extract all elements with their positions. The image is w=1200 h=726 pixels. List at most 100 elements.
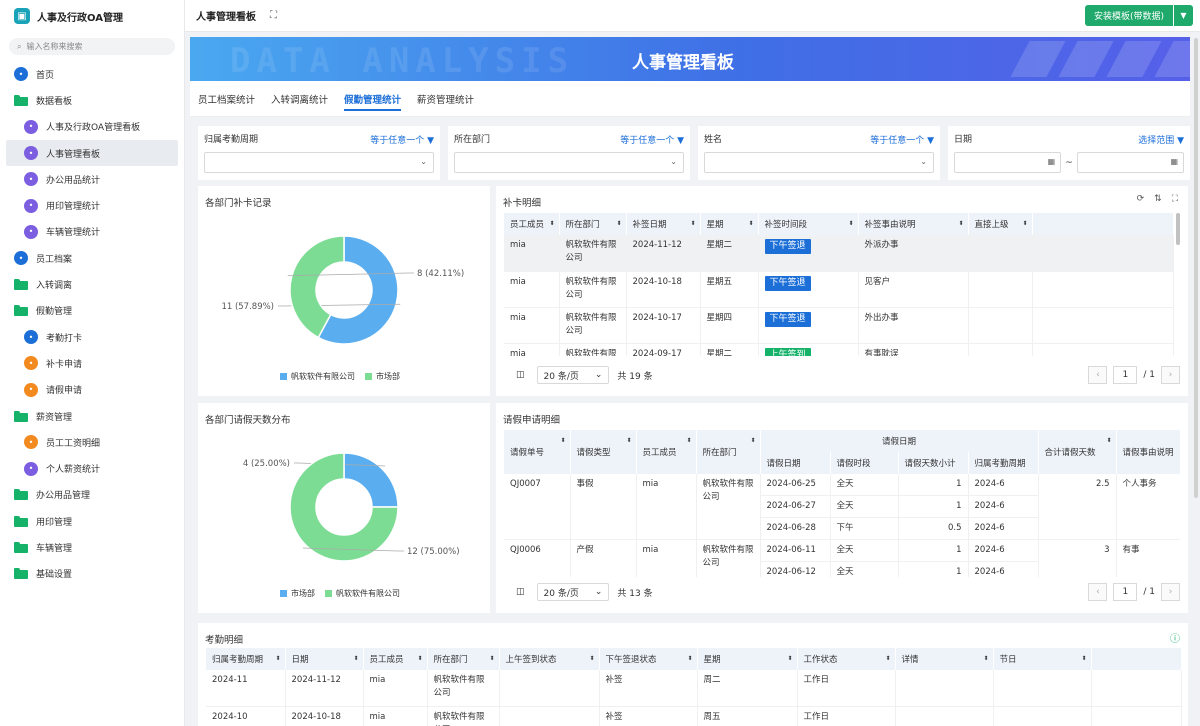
install-template-label[interactable]: 安装模板(带数据) bbox=[1084, 5, 1173, 26]
sidebar-item-17[interactable]: 用印管理 bbox=[0, 508, 184, 534]
sidebar-item-12[interactable]: • 请假申请 bbox=[0, 377, 184, 403]
sort-icon[interactable]: ⬍ bbox=[687, 655, 692, 662]
sort-icon[interactable]: ⬍ bbox=[353, 655, 358, 662]
column-header[interactable]: 员工成员 ⬍ bbox=[636, 430, 697, 474]
sidebar-item-9[interactable]: 假勤管理 bbox=[0, 298, 184, 324]
column-header[interactable]: 节日 ⬍ bbox=[993, 648, 1092, 670]
column-header[interactable]: 直接上级 ⬍ bbox=[968, 213, 1033, 235]
page-tab-title[interactable]: 人事管理看板 bbox=[196, 8, 256, 23]
sidebar-item-5[interactable]: • 用印管理统计 bbox=[0, 192, 184, 218]
sidebar-item-14[interactable]: • 员工工资明细 bbox=[0, 429, 184, 455]
chevron-down-icon[interactable]: ▼ bbox=[1173, 5, 1193, 26]
legend-item[interactable]: 市场部 bbox=[365, 371, 400, 382]
legend-item[interactable]: 市场部 bbox=[280, 588, 315, 599]
sort-icon[interactable]: ⬍ bbox=[1106, 437, 1111, 444]
column-header[interactable]: 所在部门 ⬍ bbox=[696, 430, 761, 474]
column-header[interactable]: 日期 ⬍ bbox=[285, 648, 364, 670]
table-row[interactable]: mia 帆软软件有限公司 2024-10-18 星期五 下午签退 见客户 bbox=[504, 271, 1174, 308]
fullscreen-icon[interactable]: ⛶ bbox=[270, 10, 277, 21]
search-input[interactable]: ⌕ 输入名称来搜索 bbox=[9, 38, 175, 55]
column-header[interactable]: 下午签退状态 ⬍ bbox=[599, 648, 698, 670]
sort-icon[interactable]: ⬍ bbox=[1081, 655, 1086, 662]
legend-item[interactable]: 帆软软件有限公司 bbox=[325, 588, 400, 599]
page-size-select[interactable]: 20 条/页 ⌄ bbox=[536, 366, 610, 384]
sort-icon[interactable]: ⬍ bbox=[616, 220, 621, 227]
donut-slice[interactable] bbox=[343, 452, 399, 508]
table-row[interactable]: QJ0007 事假 mia 帆软软件有限公司 2024-06-25 全天 1 2024-6 2.… bbox=[504, 474, 1180, 540]
table-row[interactable]: mia 帆软软件有限公司 2024-10-17 星期四 下午签退 外出办事 bbox=[504, 307, 1174, 344]
column-header[interactable]: 请假单号 ⬍ bbox=[504, 430, 571, 474]
prev-page-button[interactable]: ‹ bbox=[1088, 366, 1108, 384]
page-size-select[interactable]: 20 条/页 ⌄ bbox=[536, 583, 610, 601]
sidebar-item-2[interactable]: • 人事及行政OA管理看板 bbox=[0, 114, 184, 140]
sort-icon[interactable]: ⬍ bbox=[983, 655, 988, 662]
sort-icon[interactable]: ⬍ bbox=[686, 437, 691, 444]
table-row[interactable]: mia帆软软件有限公司2024-09-17星期二上午签到 有事耽误 bbox=[504, 343, 1174, 356]
sort-icon[interactable]: ⬍ bbox=[1022, 220, 1027, 227]
scrollbar[interactable] bbox=[1176, 213, 1180, 245]
column-header[interactable]: 所在部门 ⬍ bbox=[559, 213, 627, 235]
tab-1[interactable]: 入转调离统计 bbox=[271, 81, 328, 117]
sidebar-item-1[interactable]: 数据看板 bbox=[0, 87, 184, 113]
column-header[interactable]: 合计请假天数 ⬍ bbox=[1038, 430, 1117, 474]
filter-operator[interactable]: 等于任意一个 ▼ bbox=[620, 133, 684, 146]
sort-icon[interactable]: ⬍ bbox=[275, 655, 280, 662]
table-row[interactable]: 2024-11 2024-11-12 mia 帆软软件有限公司 补签 周二 工作日 bbox=[206, 670, 1182, 707]
sort-icon[interactable]: ⬍ bbox=[626, 437, 631, 444]
filter-operator[interactable]: 等于任意一个 ▼ bbox=[870, 133, 934, 146]
sidebar-item-13[interactable]: 薪资管理 bbox=[0, 403, 184, 429]
sidebar-item-8[interactable]: 入转调离 bbox=[0, 271, 184, 297]
sort-icon[interactable]: ⬍ bbox=[750, 437, 755, 444]
sort-icon[interactable]: ⬍ bbox=[489, 655, 494, 662]
sort-icon[interactable]: ⬍ bbox=[589, 655, 594, 662]
sidebar-item-6[interactable]: • 车辆管理统计 bbox=[0, 219, 184, 245]
tab-2[interactable]: 假勤管理统计 bbox=[344, 81, 402, 117]
sidebar-item-15[interactable]: • 个人薪资统计 bbox=[0, 455, 184, 481]
install-template-button[interactable]: 安装模板(带数据) ▼ bbox=[1084, 5, 1193, 26]
column-toggle-icon[interactable]: ◫ bbox=[516, 370, 525, 380]
column-header[interactable]: 补签时间段 ⬍ bbox=[758, 213, 859, 235]
filter-operator[interactable]: 选择范围 ▼ bbox=[1138, 133, 1184, 146]
column-header[interactable]: 补签日期 ⬍ bbox=[626, 213, 701, 235]
filter-select[interactable]: ⌄ bbox=[454, 152, 684, 173]
page-input[interactable]: 1 bbox=[1113, 583, 1138, 601]
table-row[interactable]: mia 帆软软件有限公司 2024-11-12 星期二 下午签退 外派办事 bbox=[504, 235, 1174, 272]
sort-icon[interactable]: ⇅ bbox=[1154, 194, 1162, 204]
sidebar-item-4[interactable]: • 办公用品统计 bbox=[0, 166, 184, 192]
sidebar-item-19[interactable]: 基础设置 bbox=[0, 561, 184, 587]
date-start-input[interactable]: ▦ bbox=[954, 152, 1062, 173]
column-toggle-icon[interactable]: ◫ bbox=[516, 587, 525, 597]
sort-icon[interactable]: ⬍ bbox=[885, 655, 890, 662]
next-page-button[interactable]: › bbox=[1161, 366, 1180, 384]
column-header[interactable]: 星期 ⬍ bbox=[697, 648, 798, 670]
sidebar-item-11[interactable]: • 补卡申请 bbox=[0, 350, 184, 376]
legend-item[interactable]: 帆软软件有限公司 bbox=[280, 371, 355, 382]
sort-icon[interactable]: ⬍ bbox=[748, 220, 753, 227]
sort-icon[interactable]: ⬍ bbox=[417, 655, 422, 662]
column-header[interactable]: 员工成员 ⬍ bbox=[363, 648, 428, 670]
filter-select[interactable]: ⌄ bbox=[704, 152, 934, 173]
sidebar-item-16[interactable]: 办公用品管理 bbox=[0, 482, 184, 508]
tab-0[interactable]: 员工档案统计 bbox=[198, 81, 255, 117]
sort-icon[interactable]: ⬍ bbox=[848, 220, 853, 227]
sort-icon[interactable]: ⬍ bbox=[787, 655, 792, 662]
sidebar-item-18[interactable]: 车辆管理 bbox=[0, 534, 184, 560]
tab-3[interactable]: 薪资管理统计 bbox=[417, 81, 474, 117]
table-row[interactable]: 2024-102024-10-18mia帆软软件有限公司 补签周五工作日 bbox=[206, 706, 1182, 726]
info-icon[interactable]: ⓘ bbox=[1170, 630, 1180, 645]
sort-icon[interactable]: ⬍ bbox=[549, 220, 554, 227]
filter-select[interactable]: ⌄ bbox=[204, 152, 434, 173]
sidebar-item-3[interactable]: • 人事管理看板 bbox=[6, 139, 178, 167]
next-page-button[interactable]: › bbox=[1161, 583, 1180, 601]
column-header[interactable]: 请假类型 ⬍ bbox=[570, 430, 637, 474]
column-header[interactable]: 工作状态 ⬍ bbox=[797, 648, 896, 670]
column-header[interactable]: 员工成员 ⬍ bbox=[504, 213, 560, 235]
page-input[interactable]: 1 bbox=[1113, 366, 1138, 384]
date-end-input[interactable]: ▦ bbox=[1076, 152, 1185, 173]
sort-icon[interactable]: ⬍ bbox=[958, 220, 963, 227]
sidebar-item-0[interactable]: • 首页 bbox=[0, 61, 184, 87]
table-row[interactable]: QJ0006 产假 mia 帆软软件有限公司 2024-06-11 全天 1 2024-6 3 有… bbox=[504, 539, 1180, 577]
sidebar-item-10[interactable]: • 考勤打卡 bbox=[0, 324, 184, 350]
refresh-icon[interactable]: ⟳ bbox=[1137, 194, 1145, 204]
column-header[interactable]: 所在部门 ⬍ bbox=[427, 648, 500, 670]
